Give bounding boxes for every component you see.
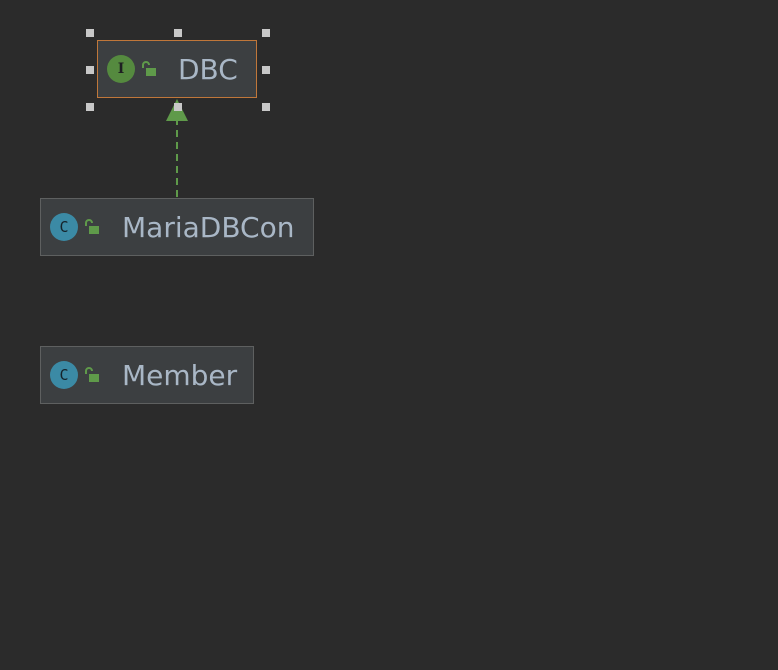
class-icon: C [50,213,78,241]
unlocked-icon [85,367,99,382]
node-name: Member [122,358,238,392]
resize-handle-left[interactable] [86,66,94,74]
resize-handle-bottom[interactable] [174,103,182,111]
resize-handle-top[interactable] [174,29,182,37]
node-name: MariaDBCon [122,210,295,244]
unlocked-icon [142,61,156,76]
class-icon: C [50,361,78,389]
node-name: DBC [178,52,238,86]
interface-icon: I [107,55,135,83]
node-mariadbcon[interactable]: C MariaDBCon [40,198,314,256]
resize-handle-top-left[interactable] [86,29,94,37]
node-member[interactable]: C Member [40,346,254,404]
resize-handle-right[interactable] [262,66,270,74]
resize-handle-top-right[interactable] [262,29,270,37]
node-dbc[interactable]: I DBC [97,40,257,98]
edges-layer [166,99,188,197]
uml-diagram-canvas[interactable]: I DBC C MariaDBCon C Member [0,0,778,670]
resize-handle-bottom-right[interactable] [262,103,270,111]
resize-handle-bottom-left[interactable] [86,103,94,111]
unlocked-icon [85,219,99,234]
